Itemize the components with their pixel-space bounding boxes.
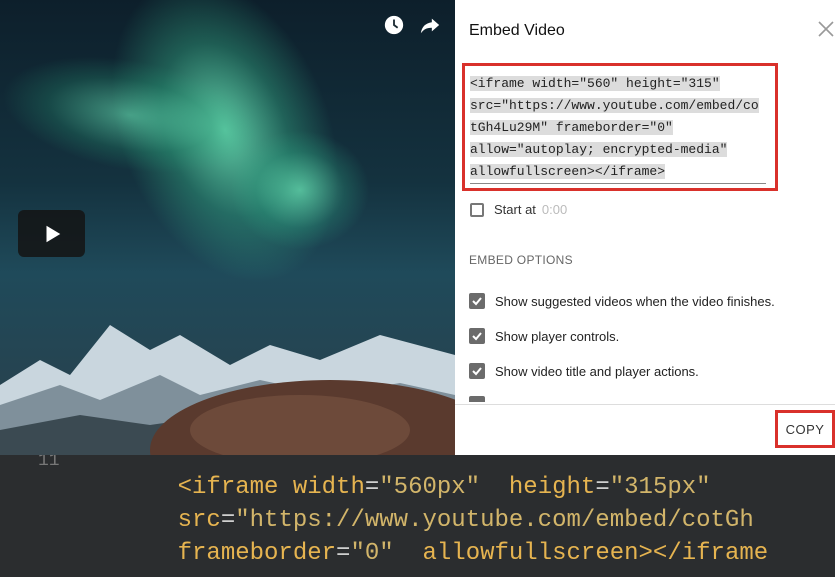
check-icon: [472, 367, 482, 376]
option-player-controls[interactable]: Show player controls.: [469, 328, 619, 344]
divider: [455, 404, 835, 405]
code-tag: ></iframe: [638, 540, 769, 567]
copy-button[interactable]: COPY: [775, 410, 835, 448]
code-line: allow="autoplay; encrypted-media": [470, 142, 728, 157]
option-label: Show video title and player actions.: [495, 363, 699, 379]
check-icon: [472, 297, 482, 306]
code-attr: frameborder: [177, 540, 337, 567]
play-button[interactable]: [18, 210, 85, 257]
start-at-label: Start at: [494, 202, 536, 217]
check-icon: [472, 332, 482, 341]
video-preview[interactable]: [0, 0, 455, 455]
checkbox-checked: [469, 396, 485, 402]
close-icon[interactable]: [817, 20, 835, 38]
code-line: src="https://www.youtube.com/embed/co: [470, 98, 759, 113]
play-icon: [46, 225, 60, 242]
code-line: frameborder="0" allowfullscreen></iframe: [177, 540, 769, 567]
option-partially-hidden: [469, 396, 769, 402]
code-editor-snippet: 11 <iframe width="560px" height="315px" …: [0, 455, 835, 577]
start-at-row[interactable]: Start at 0:00: [470, 202, 567, 217]
start-at-time[interactable]: 0:00: [542, 202, 567, 217]
option-label: Show player controls.: [495, 328, 620, 344]
code-line: allowfullscreen></iframe>: [470, 164, 666, 179]
code-attr: allowfullscreen: [422, 540, 639, 567]
start-at-checkbox[interactable]: [470, 202, 484, 217]
embed-panel: Embed Video <iframe width="560" height="…: [455, 0, 835, 455]
checkbox-checked[interactable]: [469, 293, 485, 309]
checkbox-checked[interactable]: [469, 363, 485, 379]
panel-title: Embed Video: [469, 22, 565, 39]
code-string: "0": [350, 540, 394, 567]
option-video-title[interactable]: Show video title and player actions.: [469, 363, 699, 379]
embed-code-text[interactable]: <iframe width="560" height="315" src="ht…: [470, 73, 768, 183]
mountain-landscape: [0, 325, 455, 455]
embed-options-heading: EMBED OPTIONS: [469, 253, 573, 267]
option-label: Show suggested videos when the video fin…: [495, 293, 775, 309]
embed-code-box[interactable]: <iframe width="560" height="315" src="ht…: [462, 63, 778, 191]
code-underline: [470, 183, 766, 184]
code-line: tGh4Lu29M" frameborder="0": [470, 120, 673, 135]
watch-later-icon[interactable]: [383, 14, 405, 36]
checkbox-checked[interactable]: [469, 328, 485, 344]
share-icon[interactable]: [419, 14, 441, 36]
line-number: 11: [38, 455, 60, 471]
option-suggested-videos[interactable]: Show suggested videos when the video fin…: [469, 293, 775, 309]
code-line: <iframe width="560" height="315": [470, 76, 720, 91]
aurora-light: [230, 130, 370, 250]
